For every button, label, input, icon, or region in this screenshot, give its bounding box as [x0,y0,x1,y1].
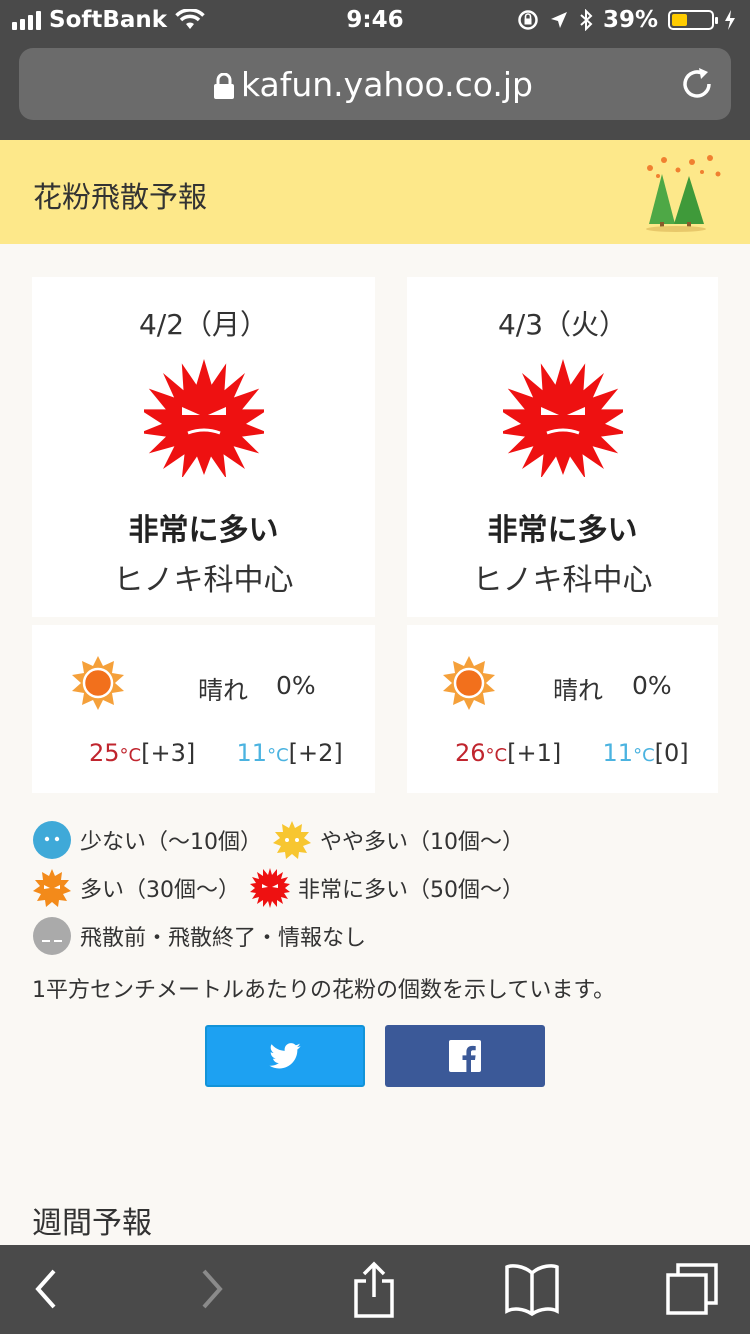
share-icon[interactable] [350,1261,398,1319]
weather-card-day1: 晴れ 0% 25°C[+3] 11°C[+2] [32,625,375,793]
pollen-level: 非常に多い [487,513,638,548]
legend-note: 1平方センチメートルあたりの花粉の個数を示しています。 [32,978,616,1003]
battery-percent: 39% [602,7,658,33]
tabs-icon[interactable] [664,1261,720,1317]
pollen-moderate-icon [273,821,311,859]
pollen-species: ヒノキ科中心 [113,563,294,598]
pollen-none-icon [33,917,71,955]
rotation-lock-icon [518,10,538,30]
legend-very-high-label: 非常に多い（50個〜） [298,878,524,903]
pollen-level: 非常に多い [128,513,279,548]
twitter-icon [269,1043,301,1069]
bookmarks-icon[interactable] [503,1261,561,1317]
status-bar: SoftBank 9:46 39% [0,0,750,40]
forecast-card-day1[interactable]: 4/2（月） 非常に多い ヒノキ科中心 [32,277,375,617]
forecast-date: 4/2（月） [138,308,269,341]
pollen-very-high-icon [250,868,290,908]
reload-icon[interactable] [679,66,715,102]
trees-icon [646,155,721,232]
temp-min: 11 [236,739,268,767]
precipitation-chance: 0% [632,671,672,700]
location-icon [550,12,567,28]
address-bar[interactable]: kafun.yahoo.co.jp [19,48,731,120]
forecast-date: 4/3（火） [497,308,628,341]
temp-max: 25 [89,739,120,767]
temp-unit: °C [267,745,289,766]
legend-none-label: 飛散前・飛散終了・情報なし [80,926,367,951]
battery-icon [668,10,718,30]
temp-min-diff: [0] [654,739,689,767]
facebook-share-button[interactable] [385,1025,545,1087]
bluetooth-icon [580,9,593,31]
precipitation-chance: 0% [276,671,316,700]
legend-row-2: 多い（30個〜） 非常に多い（50個〜） [32,868,534,908]
weather-card-day2: 晴れ 0% 26°C[+1] 11°C[0] [407,625,718,793]
weather-condition: 晴れ [553,676,604,705]
pollen-very-high-icon [143,359,264,477]
pollen-species: ヒノキ科中心 [472,563,653,598]
sun-icon [72,656,124,710]
temp-min: 11 [602,739,634,767]
temp-max-diff: [+1] [507,739,562,767]
page-header: 花粉飛散予報 [0,140,750,244]
charging-icon [725,10,735,30]
temp-unit: °C [485,745,508,766]
weekly-forecast-heading: 週間予報 [32,1206,152,1241]
browser-toolbar [0,1245,750,1334]
legend-low-label: 少ない（〜10個） [80,830,262,855]
temp-min-diff: [+2] [288,739,343,767]
temp-max-diff: [+3] [141,739,196,767]
forecast-card-day2[interactable]: 4/3（火） 非常に多い ヒノキ科中心 [407,277,718,617]
twitter-share-button[interactable] [205,1025,365,1087]
pollen-high-icon [33,869,71,907]
pollen-low-icon [33,821,71,859]
temperature-row: 26°C[+1] 11°C[0] [455,739,689,767]
legend-row-1: 少ない（〜10個） やや多い（10個〜） [32,820,534,860]
temp-unit: °C [633,745,655,766]
legend-row-3: 飛散前・飛散終了・情報なし [32,916,376,956]
battery-fill [672,14,687,26]
url-text: kafun.yahoo.co.jp [240,65,533,104]
temp-unit: °C [119,745,142,766]
forward-icon[interactable] [198,1261,228,1315]
pollen-very-high-icon [502,359,623,477]
back-icon[interactable] [30,1261,60,1315]
browser-chrome: SoftBank 9:46 39% kafun.yahoo.co.jp [0,0,750,140]
legend-moderate-label: やや多い（10個〜） [320,830,524,855]
temp-max: 26 [455,739,486,767]
page-title: 花粉飛散予報 [33,180,208,214]
facebook-icon [449,1040,481,1072]
sun-icon [443,656,495,710]
weather-condition: 晴れ [198,676,249,705]
legend-high-label: 多い（30個〜） [80,878,240,903]
temperature-row: 25°C[+3] 11°C[+2] [89,739,343,767]
